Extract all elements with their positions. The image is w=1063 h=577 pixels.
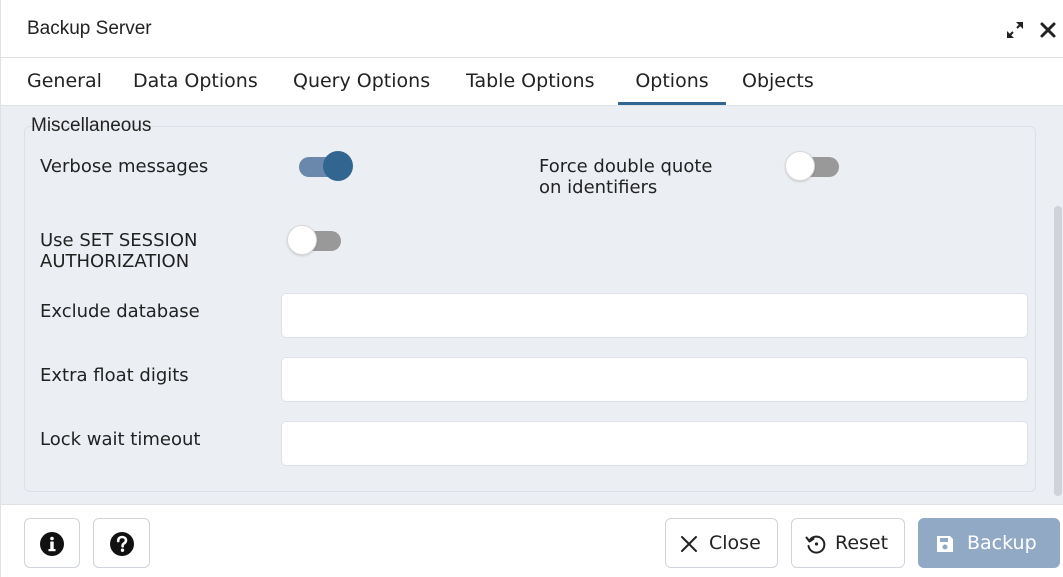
miscellaneous-legend: Miscellaneous — [31, 115, 152, 136]
close-button-label: Close — [709, 532, 761, 554]
exclude-database-input[interactable] — [281, 293, 1028, 338]
options-panel: Miscellaneous Verbose messages Force dou… — [1, 106, 1063, 505]
set-session-authorization-label-line1: Use SET SESSION — [40, 230, 198, 251]
info-circle-icon — [39, 531, 65, 562]
verbose-messages-toggle[interactable] — [295, 151, 353, 183]
close-icon[interactable] — [1038, 20, 1058, 40]
maximize-icon[interactable] — [1005, 20, 1025, 40]
info-button[interactable] — [24, 518, 80, 568]
exclude-database-label: Exclude database — [40, 301, 200, 322]
reset-button[interactable]: Reset — [791, 518, 905, 568]
toggle-knob — [785, 151, 815, 181]
reset-button-label: Reset — [835, 532, 889, 554]
dialog-title: Backup Server — [27, 18, 152, 39]
backup-server-dialog: Backup Server General Data Options Query… — [0, 0, 1063, 577]
verbose-messages-label: Verbose messages — [40, 156, 209, 177]
toggle-knob — [323, 151, 353, 181]
backup-button[interactable]: Backup — [918, 518, 1060, 568]
tab-table-options[interactable]: Table Options — [466, 58, 594, 105]
backup-button-label: Backup — [967, 532, 1037, 554]
force-double-quote-label: Force double quote on identifiers — [539, 156, 712, 198]
tab-data-options[interactable]: Data Options — [133, 58, 258, 105]
tab-query-options[interactable]: Query Options — [293, 58, 430, 105]
set-session-authorization-label-line2: AUTHORIZATION — [40, 251, 190, 272]
close-button[interactable]: Close — [665, 518, 778, 568]
scrollbar[interactable] — [1054, 206, 1062, 496]
set-session-authorization-label: Use SET SESSION AUTHORIZATION — [40, 230, 197, 272]
save-icon — [935, 534, 955, 559]
question-circle-icon — [109, 531, 135, 562]
tab-options[interactable]: Options — [618, 58, 726, 105]
force-double-quote-label-line1: Force double quote — [539, 156, 713, 177]
dialog-title-bar[interactable]: Backup Server — [1, 0, 1063, 58]
set-session-authorization-toggle[interactable] — [287, 225, 345, 257]
tab-bar: General Data Options Query Options Table… — [1, 58, 1063, 106]
reset-icon — [805, 533, 827, 560]
force-double-quote-toggle[interactable] — [785, 151, 843, 183]
tab-objects[interactable]: Objects — [742, 58, 814, 105]
help-button[interactable] — [93, 518, 150, 568]
force-double-quote-label-line2: on identifiers — [539, 177, 658, 198]
dialog-footer: Close Reset Backup — [1, 505, 1063, 577]
lock-wait-timeout-input[interactable] — [281, 421, 1028, 466]
extra-float-digits-label: Extra float digits — [40, 365, 189, 386]
extra-float-digits-input[interactable] — [281, 357, 1028, 402]
close-x-icon — [680, 535, 698, 558]
lock-wait-timeout-label: Lock wait timeout — [40, 429, 201, 450]
toggle-knob — [287, 225, 317, 255]
tab-general[interactable]: General — [27, 58, 102, 105]
